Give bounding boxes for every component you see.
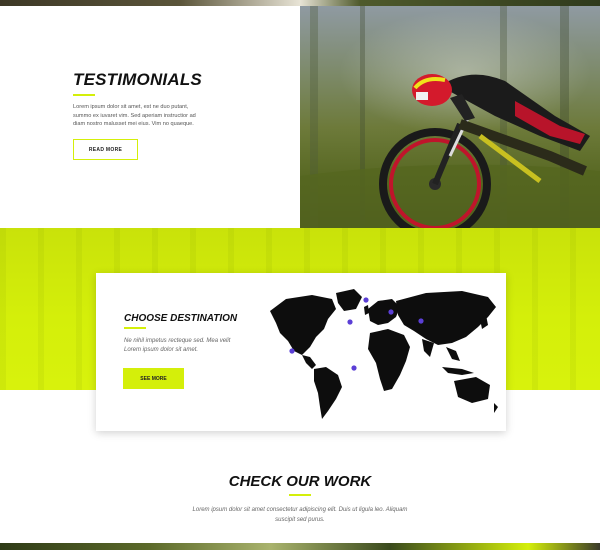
map-marker[interactable] bbox=[351, 365, 357, 371]
testimonials-section: TESTIMONIALS Lorem ipsum dolor sit amet,… bbox=[0, 6, 300, 228]
see-more-button[interactable]: SEE MORE bbox=[123, 368, 184, 389]
map-marker[interactable] bbox=[418, 318, 424, 324]
bottom-photo-strip bbox=[0, 543, 600, 550]
map-marker[interactable] bbox=[363, 297, 369, 303]
testimonials-text: Lorem ipsum dolor sit amet, est ne duo p… bbox=[73, 104, 196, 127]
page: TESTIMONIALS Lorem ipsum dolor sit amet,… bbox=[0, 0, 600, 550]
map-marker[interactable] bbox=[388, 309, 394, 315]
map-marker[interactable] bbox=[289, 348, 295, 354]
destination-text: Ne nihil impetus recteque sed. Mea velit… bbox=[124, 338, 231, 353]
title-underline bbox=[289, 494, 311, 496]
continents bbox=[270, 289, 498, 419]
mountain-bike-rider-photo bbox=[300, 6, 600, 228]
title-underline bbox=[73, 94, 95, 96]
map-marker[interactable] bbox=[347, 319, 353, 325]
testimonials-title: TESTIMONIALS bbox=[73, 70, 202, 89]
destination-title: CHOOSE DESTINATION bbox=[124, 313, 238, 324]
title-underline bbox=[124, 327, 146, 329]
work-title: CHECK OUR WORK bbox=[228, 473, 372, 490]
rider-illustration bbox=[300, 6, 600, 228]
choose-destination-card: CHOOSE DESTINATION Ne nihil impetus rect… bbox=[96, 273, 506, 431]
world-map bbox=[270, 289, 498, 419]
read-more-button[interactable]: READ MORE bbox=[73, 139, 138, 160]
work-text: Lorem ipsum dolor sit amet consectetur a… bbox=[192, 507, 408, 523]
